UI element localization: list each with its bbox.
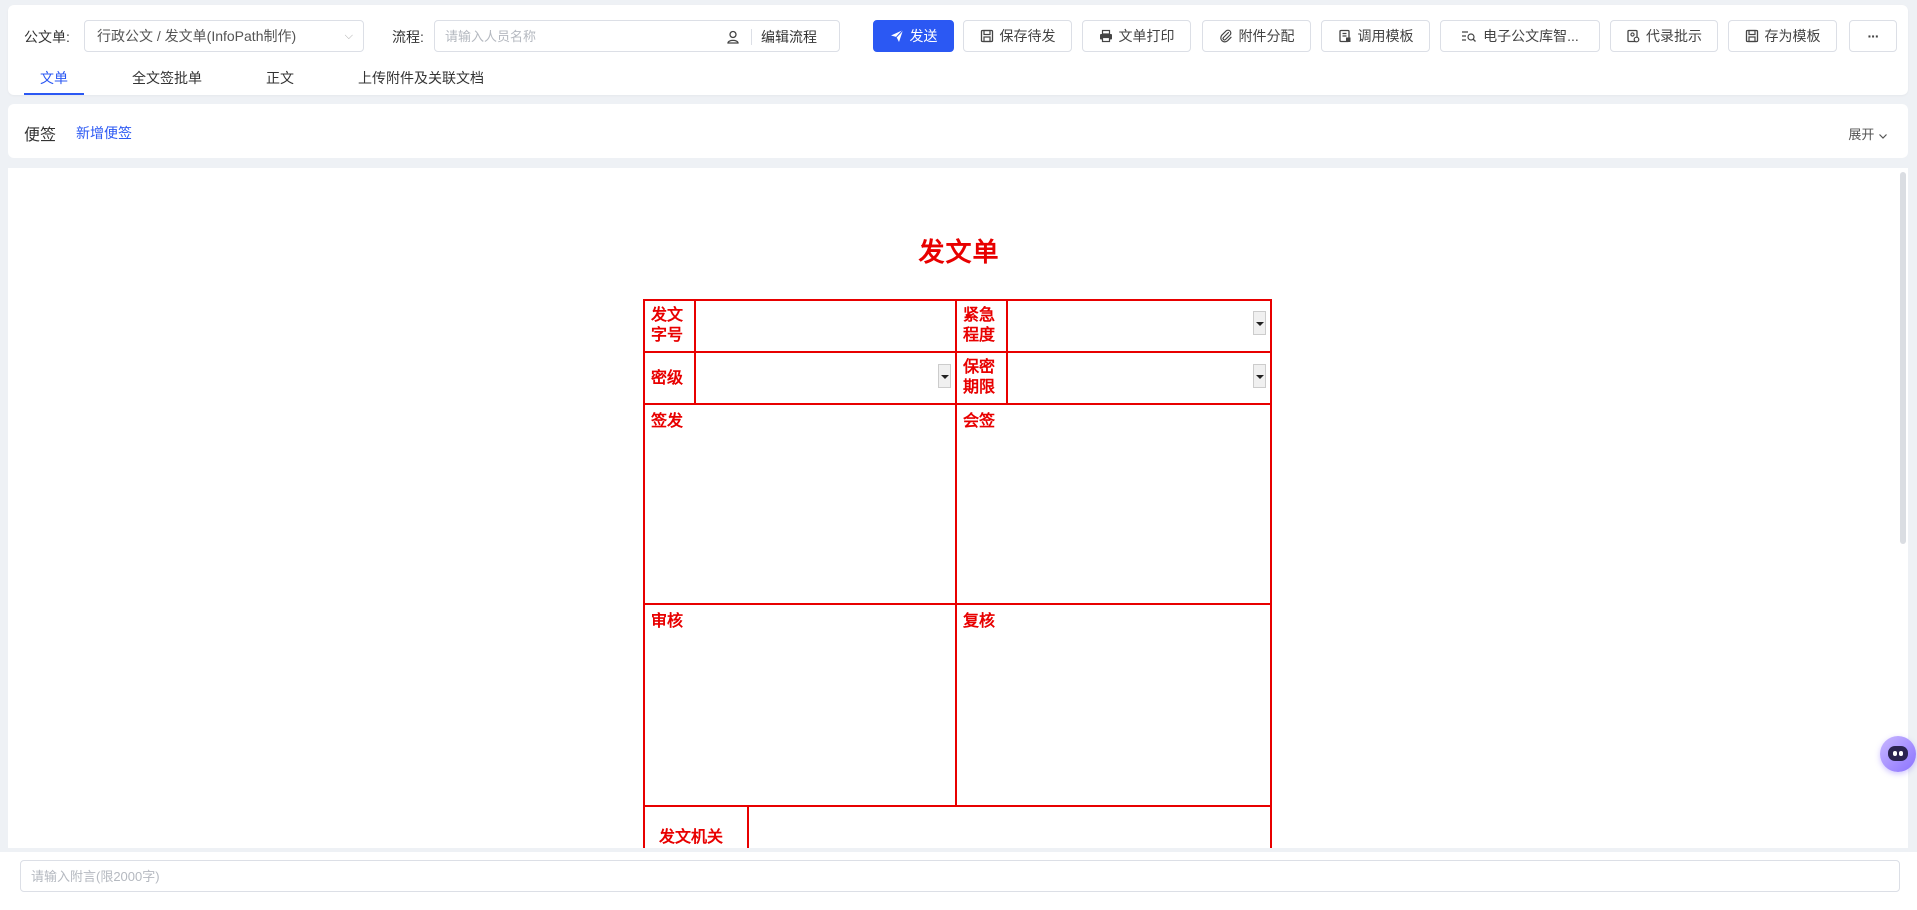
save-pending-label: 保存待发 — [999, 28, 1056, 44]
countersign-label: 会签 — [963, 411, 996, 430]
note-bar: 便签 新增便签 展开 — [8, 104, 1908, 158]
toolbar-row: 公文单: 行政公文 / 发文单(InfoPath制作) ⌵ 流程: 编辑流程 发… — [8, 20, 1908, 52]
save-icon — [980, 29, 993, 43]
record-icon — [1627, 29, 1640, 43]
secret-period-label: 保密 期限 — [963, 357, 996, 396]
divider — [751, 29, 752, 45]
save-template-button[interactable]: 存为模板 — [1728, 20, 1837, 52]
flow-label: 流程: — [392, 29, 424, 45]
secret-level-select[interactable] — [694, 351, 957, 405]
recheck-area[interactable]: 复核 — [955, 603, 1272, 807]
paperclip-icon — [1219, 29, 1232, 43]
edit-flow-button[interactable]: 编辑流程 — [761, 27, 817, 47]
doc-number-field[interactable] — [694, 299, 957, 353]
tab-full-sign[interactable]: 全文签批单 — [132, 68, 202, 88]
bot-eye — [1893, 751, 1897, 756]
secret-period-select[interactable] — [1006, 351, 1272, 405]
use-template-label: 调用模板 — [1357, 28, 1414, 44]
doc-number-label-cell: 发文 字号 — [643, 299, 696, 353]
template-icon — [1338, 29, 1350, 43]
chevron-down-icon: ⌵ — [344, 30, 353, 42]
urgency-label: 紧急 程度 — [963, 305, 996, 344]
comment-input[interactable] — [20, 860, 1900, 892]
sign-issue-area[interactable]: 签发 — [643, 403, 957, 605]
review-area[interactable]: 审核 — [643, 603, 957, 807]
active-tab-indicator — [24, 93, 84, 95]
form-label: 公文单: — [24, 29, 70, 45]
countersign-area[interactable]: 会签 — [955, 403, 1272, 605]
flow-input[interactable] — [445, 26, 725, 46]
chevron-down-icon — [1879, 133, 1887, 139]
save-template-label: 存为模板 — [1764, 28, 1821, 44]
dropdown-arrow-icon[interactable] — [1253, 311, 1266, 335]
record-instruction-label: 代录批示 — [1646, 28, 1702, 44]
form-select[interactable]: 行政公文 / 发文单(InfoPath制作) ⌵ — [84, 20, 364, 52]
scrollbar[interactable] — [1900, 172, 1906, 544]
e-library-label: 电子公文库智... — [1483, 28, 1579, 44]
print-label: 文单打印 — [1118, 28, 1175, 44]
record-instruction-button[interactable]: 代录批示 — [1610, 20, 1718, 52]
send-button-label: 发送 — [909, 28, 938, 44]
flow-field: 编辑流程 — [434, 20, 840, 52]
send-button[interactable]: 发送 — [873, 20, 954, 52]
bot-face — [1888, 746, 1908, 761]
e-library-button[interactable]: 电子公文库智... — [1440, 20, 1600, 52]
doc-number-label: 发文 字号 — [651, 305, 684, 344]
save-icon — [1745, 29, 1758, 43]
comment-bar — [0, 852, 1917, 910]
use-template-button[interactable]: 调用模板 — [1321, 20, 1430, 52]
tab-bar: 文单 全文签批单 正文 上传附件及关联文档 — [8, 62, 1908, 95]
review-label: 审核 — [651, 611, 684, 630]
secret-level-label-cell: 密级 — [643, 351, 696, 405]
assistant-bot-icon[interactable] — [1880, 736, 1916, 772]
tab-form[interactable]: 文单 — [40, 68, 68, 88]
secret-level-label: 密级 — [651, 368, 684, 387]
search-list-icon — [1462, 31, 1477, 42]
document-area: 发文单 发文 字号 紧急 程度 密级 保密 期限 签发 会签 审核 复核 发文机… — [8, 168, 1908, 848]
more-button[interactable]: ··· — [1849, 20, 1897, 52]
recheck-label: 复核 — [963, 611, 996, 630]
issuing-org-label-cell: 发文机关 — [643, 805, 749, 848]
send-icon — [890, 29, 903, 42]
urgency-select[interactable] — [1006, 299, 1272, 353]
tab-body[interactable]: 正文 — [266, 68, 294, 88]
user-icon[interactable] — [725, 29, 741, 45]
header: 公文单: 行政公文 / 发文单(InfoPath制作) ⌵ 流程: 编辑流程 发… — [8, 5, 1908, 95]
issuing-org-field[interactable] — [747, 805, 1272, 848]
secret-period-label-cell: 保密 期限 — [955, 351, 1008, 405]
bot-eye — [1899, 751, 1903, 756]
dropdown-arrow-icon[interactable] — [1253, 364, 1266, 388]
urgency-label-cell: 紧急 程度 — [955, 299, 1008, 353]
attach-assign-label: 附件分配 — [1238, 28, 1295, 44]
dropdown-arrow-icon[interactable] — [938, 364, 951, 388]
attach-assign-button[interactable]: 附件分配 — [1202, 20, 1311, 52]
sign-issue-label: 签发 — [651, 411, 684, 430]
add-note-link[interactable]: 新增便签 — [76, 123, 132, 143]
save-pending-button[interactable]: 保存待发 — [963, 20, 1072, 52]
document-title: 发文单 — [918, 238, 1000, 268]
tab-attachments[interactable]: 上传附件及关联文档 — [358, 68, 484, 88]
printer-icon — [1099, 29, 1112, 43]
print-button[interactable]: 文单打印 — [1082, 20, 1191, 52]
expand-label: 展开 — [1848, 127, 1875, 142]
expand-toggle[interactable]: 展开 — [1848, 124, 1888, 143]
note-title: 便签 — [24, 127, 57, 144]
issuing-org-label: 发文机关 — [659, 827, 724, 846]
form-select-value: 行政公文 / 发文单(InfoPath制作) — [97, 28, 297, 44]
more-icon: ··· — [1867, 28, 1880, 44]
